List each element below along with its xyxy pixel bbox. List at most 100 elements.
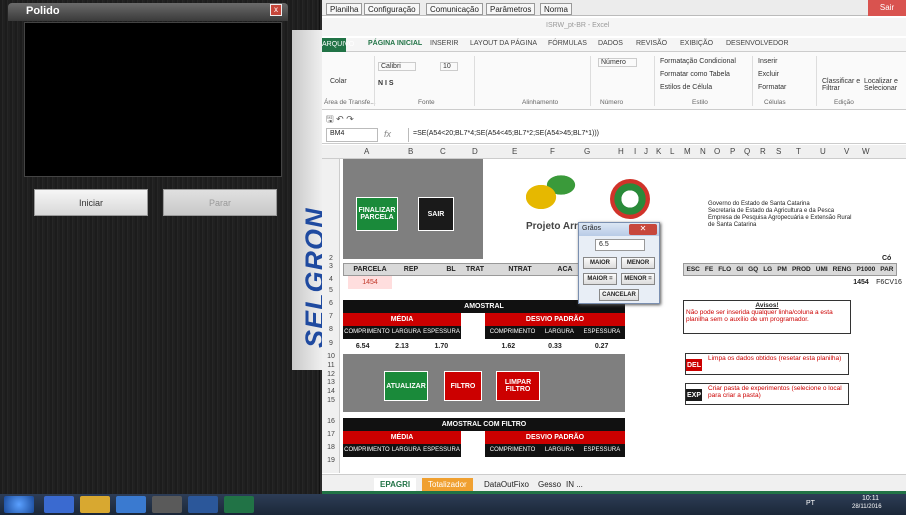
col-header[interactable]: E xyxy=(512,147,517,156)
row-header[interactable]: 19 xyxy=(322,457,340,464)
row-header[interactable]: 14 xyxy=(322,388,340,395)
col-header[interactable]: O xyxy=(714,147,720,156)
col-header[interactable]: S xyxy=(776,147,781,156)
row-header[interactable]: 5 xyxy=(322,287,340,294)
tab-dataoutfixo[interactable]: DataOutFixo xyxy=(478,478,535,491)
row-header[interactable]: 18 xyxy=(322,444,340,451)
col-header[interactable]: C xyxy=(440,147,446,156)
stop-button[interactable]: Parar xyxy=(163,189,277,216)
row-header[interactable]: 12 xyxy=(322,371,340,378)
insert-button[interactable]: Inserir xyxy=(758,58,777,65)
col-header[interactable]: P xyxy=(730,147,735,156)
tab-arquivo[interactable]: ARQUIVO xyxy=(322,38,354,52)
row-header[interactable]: 2 xyxy=(322,255,340,262)
tab-totalizador[interactable]: Totalizador xyxy=(422,478,473,491)
row-header[interactable]: 4 xyxy=(322,276,340,283)
col-header[interactable]: R xyxy=(760,147,766,156)
menu-configuracao[interactable]: Configuração xyxy=(364,3,420,15)
media-icon[interactable] xyxy=(116,496,146,513)
start-button[interactable]: Iniciar xyxy=(34,189,148,216)
menor-igual-button[interactable]: MENOR = xyxy=(621,273,655,285)
limpar-filtro-button[interactable]: LIMPAR FILTRO xyxy=(496,371,540,401)
excel-icon[interactable] xyxy=(224,496,254,513)
col-header[interactable]: D xyxy=(472,147,478,156)
col-header[interactable]: F xyxy=(550,147,555,156)
close-icon[interactable]: x xyxy=(270,4,282,16)
value-input[interactable]: 6.5 xyxy=(595,239,645,251)
row-header[interactable]: 6 xyxy=(322,300,340,307)
conditional-format-button[interactable]: Formatação Condicional xyxy=(660,58,736,65)
col-header[interactable]: K xyxy=(656,147,661,156)
col-header[interactable]: V xyxy=(844,147,849,156)
close-icon[interactable]: ✕ xyxy=(629,224,657,235)
col-header[interactable]: N xyxy=(700,147,706,156)
fx-icon[interactable]: fx xyxy=(384,129,391,139)
sort-filter-button[interactable]: Classificar e Filtrar xyxy=(822,78,862,92)
tab-inserir[interactable]: INSERIR xyxy=(430,40,458,47)
name-box[interactable]: BM4 xyxy=(326,128,378,142)
par-code[interactable]: F6CV16 xyxy=(874,276,904,289)
find-select-button[interactable]: Localizar e Selecionar xyxy=(864,78,904,92)
maior-igual-button[interactable]: MAIOR = xyxy=(583,273,617,285)
paste-button[interactable]: Colar xyxy=(330,78,347,85)
row-header[interactable]: 15 xyxy=(322,397,340,404)
par-value[interactable]: 1454 xyxy=(850,276,872,289)
size-select[interactable]: 10 xyxy=(440,62,458,71)
app-icon[interactable] xyxy=(152,496,182,513)
tab-pagina-inicial[interactable]: PÁGINA INICIAL xyxy=(368,40,422,47)
word-icon[interactable] xyxy=(188,496,218,513)
maior-button[interactable]: MAIOR xyxy=(583,257,617,269)
col-header[interactable]: U xyxy=(820,147,826,156)
delete-button[interactable]: Excluir xyxy=(758,71,779,78)
tab-exibicao[interactable]: EXIBIÇÃO xyxy=(680,40,713,47)
start-icon[interactable] xyxy=(4,496,34,513)
exit-button[interactable]: Sair xyxy=(868,0,906,16)
finalizar-parcela-button[interactable]: FINALIZAR PARCELA xyxy=(356,197,398,231)
tab-dados[interactable]: DADOS xyxy=(598,40,623,47)
sair-button[interactable]: SAIR xyxy=(418,197,454,231)
row-header[interactable]: 11 xyxy=(322,362,340,369)
tab-layout[interactable]: LAYOUT DA PÁGINA xyxy=(470,40,537,47)
lang-indicator[interactable]: PT xyxy=(806,500,815,507)
row-header[interactable]: 7 xyxy=(322,313,340,320)
tab-desenvolvedor[interactable]: DESENVOLVEDOR xyxy=(726,40,789,47)
clock-date[interactable]: 28/11/2016 xyxy=(852,504,882,510)
row-header[interactable]: 8 xyxy=(322,326,340,333)
row-header[interactable]: 9 xyxy=(322,340,340,347)
col-header[interactable]: A xyxy=(364,147,369,156)
parcela-value[interactable]: 1454 xyxy=(348,276,392,289)
clock-time[interactable]: 10:11 xyxy=(862,495,879,502)
cell-styles-button[interactable]: Estilos de Célula xyxy=(660,84,712,91)
menu-parametros[interactable]: Parâmetros xyxy=(486,3,536,15)
ie-icon[interactable] xyxy=(44,496,74,513)
row-header[interactable]: 13 xyxy=(322,379,340,386)
row-header[interactable]: 16 xyxy=(322,418,340,425)
format-button[interactable]: Formatar xyxy=(758,84,786,91)
menu-planilha[interactable]: Planilha xyxy=(326,3,363,15)
col-header[interactable]: I xyxy=(634,147,636,156)
formula-input[interactable]: =SE(A54<20;BL7*4;SE(A54<45;BL7*2;SE(A54>… xyxy=(408,128,902,142)
atualizar-button[interactable]: ATUALIZAR xyxy=(384,371,428,401)
cancelar-button[interactable]: CANCELAR xyxy=(599,289,639,301)
col-header[interactable]: M xyxy=(684,147,691,156)
menu-comunicacao[interactable]: Comunicação xyxy=(426,3,483,15)
filtro-button[interactable]: FILTRO xyxy=(444,371,482,401)
font-select[interactable]: Calibri xyxy=(378,62,416,71)
col-header[interactable]: L xyxy=(670,147,674,156)
col-header[interactable]: Q xyxy=(744,147,750,156)
col-header[interactable]: H xyxy=(618,147,624,156)
tab-revisao[interactable]: REVISÃO xyxy=(636,40,667,47)
col-header[interactable]: B xyxy=(408,147,413,156)
explorer-icon[interactable] xyxy=(80,496,110,513)
col-header[interactable]: G xyxy=(584,147,590,156)
row-header[interactable]: 3 xyxy=(322,263,340,270)
col-header[interactable]: T xyxy=(796,147,801,156)
col-header[interactable]: W xyxy=(862,147,870,156)
number-format-select[interactable]: Número xyxy=(598,58,637,67)
col-header[interactable]: J xyxy=(644,147,648,156)
menor-button[interactable]: MENOR xyxy=(621,257,655,269)
menu-norma[interactable]: Norma xyxy=(540,3,573,15)
tab-more[interactable]: IN ... xyxy=(560,478,589,491)
bold-italic-underline[interactable]: N I S xyxy=(378,80,394,87)
row-header[interactable]: 17 xyxy=(322,431,340,438)
